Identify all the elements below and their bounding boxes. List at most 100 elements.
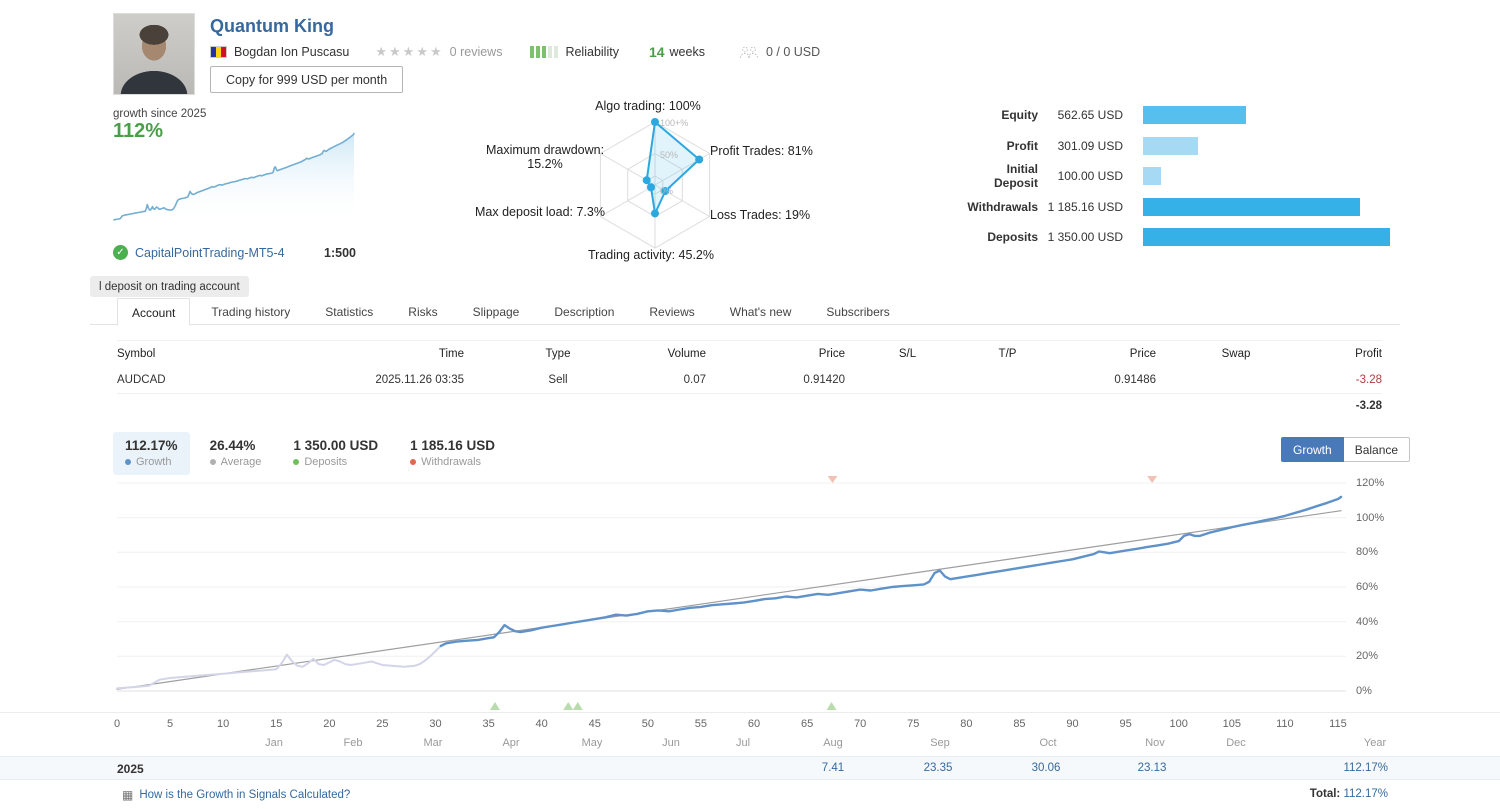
tab-reviews[interactable]: Reviews bbox=[635, 298, 708, 326]
account-balance-bars: Equity562.65 USDProfit301.09 USDInitial … bbox=[960, 102, 1392, 252]
tab-what-s-new[interactable]: What's new bbox=[716, 298, 806, 326]
balance-value: 1 185.16 USD bbox=[1038, 200, 1123, 214]
monthly-growth-nov: 23.13 bbox=[1117, 762, 1187, 774]
monthly-growth-oct: 30.06 bbox=[1011, 762, 1081, 774]
withdrawal-marker-icon bbox=[1147, 476, 1157, 483]
balance-label: Initial Deposit bbox=[960, 162, 1038, 190]
balance-value: 301.09 USD bbox=[1038, 139, 1123, 153]
chip-label: Growth bbox=[125, 456, 178, 468]
balance-bar bbox=[1143, 167, 1161, 185]
tab-trading-history[interactable]: Trading history bbox=[197, 298, 304, 326]
chip-dot-icon bbox=[410, 459, 416, 465]
cell-t-p: T/P bbox=[970, 348, 1045, 360]
x-tick-label: 85 bbox=[997, 718, 1041, 730]
year-total-value: 112.17% bbox=[1270, 762, 1388, 774]
x-tick-label: 5 bbox=[148, 718, 192, 730]
reliability-bars-icon bbox=[530, 46, 558, 58]
balance-view-button[interactable]: Balance bbox=[1344, 437, 1410, 462]
tab-description[interactable]: Description bbox=[540, 298, 628, 326]
deposit-marker-icon bbox=[573, 702, 583, 710]
x-tick-label: 75 bbox=[891, 718, 935, 730]
month-label-year: Year bbox=[1345, 737, 1405, 749]
header-meta-row: Bogdan Ion Puscasu ★★★★★ 0 reviews Relia… bbox=[210, 44, 820, 60]
balance-label: Withdrawals bbox=[960, 200, 1038, 214]
x-tick-label: 30 bbox=[414, 718, 458, 730]
table-header-row: SymbolTimeTypeVolumePriceS/LT/PPriceSwap… bbox=[117, 341, 1382, 367]
footer-total: Total: 112.17% bbox=[1240, 788, 1388, 800]
radar-ring-label: 100+% bbox=[660, 118, 688, 128]
footer-total-value: 112.17% bbox=[1343, 788, 1388, 800]
tabs-bar: AccountTrading historyStatisticsRisks Sli… bbox=[90, 297, 1400, 325]
y-tick-label: 20% bbox=[1356, 650, 1378, 662]
tab-account[interactable]: Account bbox=[117, 298, 190, 326]
copy-signal-button[interactable]: Copy for 999 USD per month bbox=[210, 66, 403, 93]
y-tick-label: 100% bbox=[1356, 512, 1384, 524]
author-name[interactable]: Bogdan Ion Puscasu bbox=[234, 45, 349, 59]
tab-subscribers[interactable]: Subscribers bbox=[812, 298, 903, 326]
cell-symbol: AUDCAD bbox=[117, 374, 237, 386]
chip-value: 1 185.16 USD bbox=[410, 438, 495, 453]
y-tick-label: 0% bbox=[1356, 685, 1372, 697]
month-label-nov: Nov bbox=[1125, 737, 1185, 749]
x-tick-label: 15 bbox=[254, 718, 298, 730]
x-axis-ticks: 0510152025303540455055606570758085909510… bbox=[0, 712, 1500, 734]
deposit-marker-icon bbox=[490, 702, 500, 710]
reviews-count[interactable]: 0 reviews bbox=[450, 45, 503, 59]
cell-profit: -3.28 bbox=[1316, 400, 1382, 412]
chip-withdrawals[interactable]: 1 185.16 USDWithdrawals bbox=[398, 432, 507, 475]
table-row: AUDCAD2025.11.26 03:35Sell0.070.914200.9… bbox=[117, 367, 1382, 394]
balance-bar bbox=[1143, 106, 1246, 124]
monthly-growth-sep: 23.35 bbox=[903, 762, 973, 774]
month-label-apr: Apr bbox=[481, 737, 541, 749]
growth-view-button[interactable]: Growth bbox=[1281, 437, 1344, 462]
cell-symbol: Symbol bbox=[117, 348, 237, 360]
tab-slippage[interactable]: Slippage bbox=[459, 298, 534, 326]
reliability-label: Reliability bbox=[565, 45, 619, 59]
radar-axis-label-maximum-drawdown: Maximum drawdown: 15.2% bbox=[485, 143, 605, 172]
cell-time: Time bbox=[237, 348, 464, 360]
radar-ring-label: 0% bbox=[660, 186, 673, 196]
tooltip: l deposit on trading account bbox=[90, 276, 249, 297]
romania-flag-icon bbox=[210, 46, 227, 58]
month-label-may: May bbox=[562, 737, 622, 749]
y-tick-label: 120% bbox=[1356, 477, 1384, 489]
radar-axis-label-loss-trades: Loss Trades: 19% bbox=[710, 208, 855, 222]
author-avatar bbox=[113, 13, 195, 95]
balance-label: Deposits bbox=[960, 230, 1038, 244]
tab-risks[interactable]: Risks bbox=[394, 298, 451, 326]
chip-dot-icon bbox=[293, 459, 299, 465]
tab-statistics[interactable]: Statistics bbox=[311, 298, 387, 326]
balance-label: Profit bbox=[960, 139, 1038, 153]
x-tick-label: 115 bbox=[1316, 718, 1360, 730]
main-growth-chart bbox=[0, 470, 1500, 713]
x-tick-label: 110 bbox=[1263, 718, 1307, 730]
signal-title[interactable]: Quantum King bbox=[210, 16, 334, 37]
cell-price: 0.91420 bbox=[706, 374, 845, 386]
month-label-oct: Oct bbox=[1018, 737, 1078, 749]
chip-growth[interactable]: 112.17%Growth bbox=[113, 432, 190, 475]
chip-deposits[interactable]: 1 350.00 USDDeposits bbox=[281, 432, 390, 475]
month-label-jun: Jun bbox=[641, 737, 701, 749]
month-label-dec: Dec bbox=[1206, 737, 1266, 749]
account-name-link[interactable]: CapitalPointTrading-MT5-4 bbox=[135, 246, 324, 260]
x-tick-label: 65 bbox=[785, 718, 829, 730]
x-tick-label: 100 bbox=[1157, 718, 1201, 730]
deposit-marker-icon bbox=[563, 702, 573, 710]
cell-price: 0.91486 bbox=[1045, 374, 1156, 386]
month-label-feb: Feb bbox=[323, 737, 383, 749]
trading-radar-chart: 100+%50%0% Algo trading: 100%Profit Trad… bbox=[440, 95, 860, 280]
x-tick-label: 55 bbox=[679, 718, 723, 730]
balance-bar bbox=[1143, 228, 1390, 246]
chip-average[interactable]: 26.44%Average bbox=[198, 432, 274, 475]
account-row: ✓ CapitalPointTrading-MT5-4 1:500 bbox=[113, 245, 356, 260]
x-tick-label: 25 bbox=[360, 718, 404, 730]
cell-price: Price bbox=[1045, 348, 1156, 360]
balance-row-profit: Profit301.09 USD bbox=[960, 137, 1392, 155]
chart-view-toggle: Growth Balance bbox=[1281, 437, 1410, 462]
x-tick-label: 70 bbox=[838, 718, 882, 730]
cell-volume: Volume bbox=[652, 348, 706, 360]
month-axis: JanFebMarAprMayJunJulAugSepOctNovDecYear bbox=[0, 737, 1500, 755]
grid-icon: ▦ bbox=[122, 788, 133, 802]
x-tick-label: 60 bbox=[732, 718, 776, 730]
growth-help-link[interactable]: ▦ How is the Growth in Signals Calculate… bbox=[122, 788, 350, 802]
